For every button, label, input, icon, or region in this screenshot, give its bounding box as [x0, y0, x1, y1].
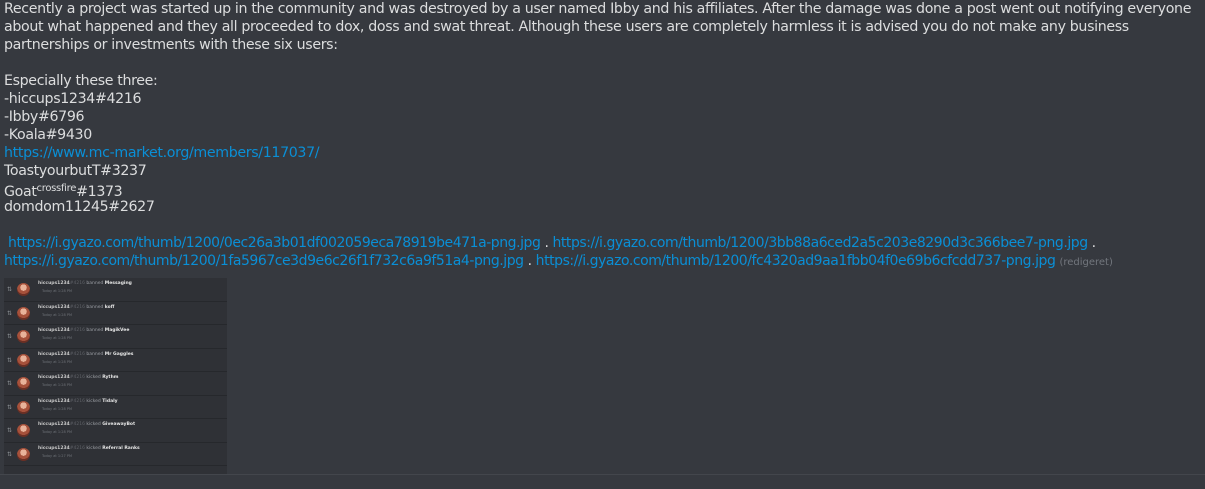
audit-user-tag: #4216: [69, 398, 85, 404]
audit-action-icon: ⇅: [7, 356, 13, 364]
audit-user: hiccups1234: [38, 351, 70, 357]
audit-target: MagikVee: [104, 328, 130, 333]
audit-log-row: ⇅ hiccups1234#4216 banned MagikVee Today a…: [4, 325, 227, 349]
user-toasty: ToastyourbutT#3237: [4, 163, 147, 179]
audit-log-image[interactable]: ⇅ hiccups1234#4216 banned Messaging Today …: [4, 278, 227, 474]
audit-timestamp: Today at 1:28 PM: [42, 359, 72, 364]
goat-superscript: crossfire: [36, 183, 77, 194]
audit-log-text: hiccups1234#4216 banned Messaging: [38, 281, 132, 287]
audit-action: banned: [86, 304, 104, 310]
user-goat: Goatcrossfire#1373: [4, 180, 1199, 200]
audit-log-row: ⇅ hiccups1234#4216 kicked GiveawayBot Toda…: [4, 419, 227, 443]
message-body: Recently a project was started up in the…: [4, 0, 1199, 270]
audit-user-tag: #4216: [69, 445, 85, 451]
audit-timestamp: Today at 1:28 PM: [42, 383, 72, 387]
message-intro: Recently a project was started up in the…: [4, 1, 1192, 53]
audit-action: kicked: [86, 422, 101, 427]
audit-action-icon: ⇅: [7, 286, 13, 293]
user-koala: -Koala#9430: [4, 127, 92, 143]
audit-user: hiccups1234: [38, 328, 70, 333]
audit-user-tag: #4216: [69, 422, 85, 427]
audit-timestamp: Today at 1:27 PM: [42, 453, 72, 458]
audit-action: banned: [86, 281, 104, 286]
audit-target: koff: [104, 304, 115, 310]
message-divider: [0, 474, 1205, 475]
link-separator: .: [1091, 235, 1096, 251]
audit-action-icon: ⇅: [7, 333, 13, 340]
audit-log-row: ⇅ hiccups1234#4216 kicked Tidaly Today at …: [4, 396, 227, 419]
audit-user-tag: #4216: [69, 281, 85, 286]
avatar: [17, 306, 30, 320]
audit-user: hiccups1234: [38, 281, 70, 286]
audit-log-row: ⇅ hiccups1234#4216 banned koff Today at 1:…: [4, 302, 227, 325]
audit-log-row: ⇅ hiccups1234#4216 banned Mr Gaggles Today…: [4, 349, 227, 372]
screenshot-link-2[interactable]: https://i.gyazo.com/thumb/1200/3bb88a6ce…: [552, 235, 1088, 251]
audit-log-text: hiccups1234#4216 banned Mr Gaggles: [38, 352, 134, 358]
audit-action: kicked: [86, 445, 101, 451]
link-separator: .: [544, 235, 549, 251]
avatar: [17, 424, 30, 437]
audit-log-text: hiccups1234#4216 banned MagikVee: [38, 328, 129, 334]
audit-action-icon: ⇅: [7, 380, 13, 387]
edited-label: (redigeret): [1059, 257, 1113, 268]
user-ibby: -Ibby#6796: [4, 109, 85, 125]
avatar: [17, 330, 30, 343]
audit-action-icon: ⇅: [7, 309, 13, 317]
audit-log-text: hiccups1234#4216 kicked Tidaly: [38, 399, 118, 405]
audit-log-text: hiccups1234#4216 banned koff: [38, 305, 114, 311]
audit-user: hiccups1234: [38, 375, 70, 380]
avatar: [17, 377, 30, 390]
audit-log-row: ⇅ hiccups1234#4216 banned Messaging Today …: [4, 278, 227, 302]
user-domdom: domdom11245#2627: [4, 199, 155, 215]
audit-user: hiccups1234: [38, 304, 70, 310]
audit-user: hiccups1234: [38, 445, 70, 451]
screenshot-link-3[interactable]: https://i.gyazo.com/thumb/1200/1fa5967ce…: [4, 253, 524, 269]
audit-action: kicked: [86, 375, 101, 380]
audit-user: hiccups1234: [38, 398, 70, 404]
audit-user-tag: #4216: [69, 328, 85, 333]
audit-action-icon: ⇅: [7, 403, 13, 411]
audit-action: banned: [86, 328, 104, 333]
avatar: [17, 400, 30, 414]
user-hiccups: -hiccups1234#4216: [4, 91, 142, 107]
audit-user-tag: #4216: [69, 351, 85, 357]
screenshot-link-1[interactable]: https://i.gyazo.com/thumb/1200/0ec26a3b0…: [8, 235, 541, 251]
audit-target: Referral Ranks: [102, 445, 140, 451]
audit-timestamp: Today at 1:28 PM: [42, 312, 72, 317]
audit-log-text: hiccups1234#4216 kicked Rythm: [38, 375, 118, 381]
audit-timestamp: Today at 1:28 PM: [42, 430, 72, 434]
audit-target: GiveawayBot: [102, 422, 136, 427]
audit-user-tag: #4216: [69, 304, 85, 310]
audit-log-row: ⇅ hiccups1234#4216 kicked Referral Ranks T…: [4, 443, 227, 466]
avatar: [17, 447, 30, 461]
audit-timestamp: Today at 1:28 PM: [42, 336, 72, 340]
audit-user-tag: #4216: [69, 375, 85, 380]
member-profile-link[interactable]: https://www.mc-market.org/members/117037…: [4, 145, 320, 161]
audit-action-icon: ⇅: [7, 450, 13, 458]
audit-target: Mr Gaggles: [104, 351, 134, 357]
audit-user: hiccups1234: [38, 422, 70, 427]
avatar: [17, 353, 30, 367]
screenshot-link-4[interactable]: https://i.gyazo.com/thumb/1200/fc4320ad9…: [536, 253, 1056, 269]
audit-log-text: hiccups1234#4216 kicked Referral Ranks: [38, 446, 140, 452]
avatar: [17, 283, 30, 296]
audit-log-list: ⇅ hiccups1234#4216 banned Messaging Today …: [4, 278, 227, 466]
audit-target: Messaging: [104, 281, 132, 286]
audit-log-row: ⇅ hiccups1234#4216 kicked Rythm Today at 1…: [4, 372, 227, 396]
especially-line: Especially these three:: [4, 73, 158, 89]
audit-timestamp: Today at 1:28 PM: [42, 406, 72, 411]
audit-action-icon: ⇅: [7, 427, 13, 434]
audit-target: Tidaly: [102, 398, 118, 404]
audit-action: banned: [86, 351, 104, 357]
link-separator: .: [527, 253, 532, 269]
audit-target: Rythm: [102, 375, 119, 380]
screenshot-links: https://i.gyazo.com/thumb/1200/0ec26a3b0…: [4, 234, 1199, 270]
audit-timestamp: Today at 1:28 PM: [42, 289, 72, 293]
audit-log-text: hiccups1234#4216 kicked GiveawayBot: [38, 422, 135, 428]
audit-action: kicked: [86, 398, 101, 404]
